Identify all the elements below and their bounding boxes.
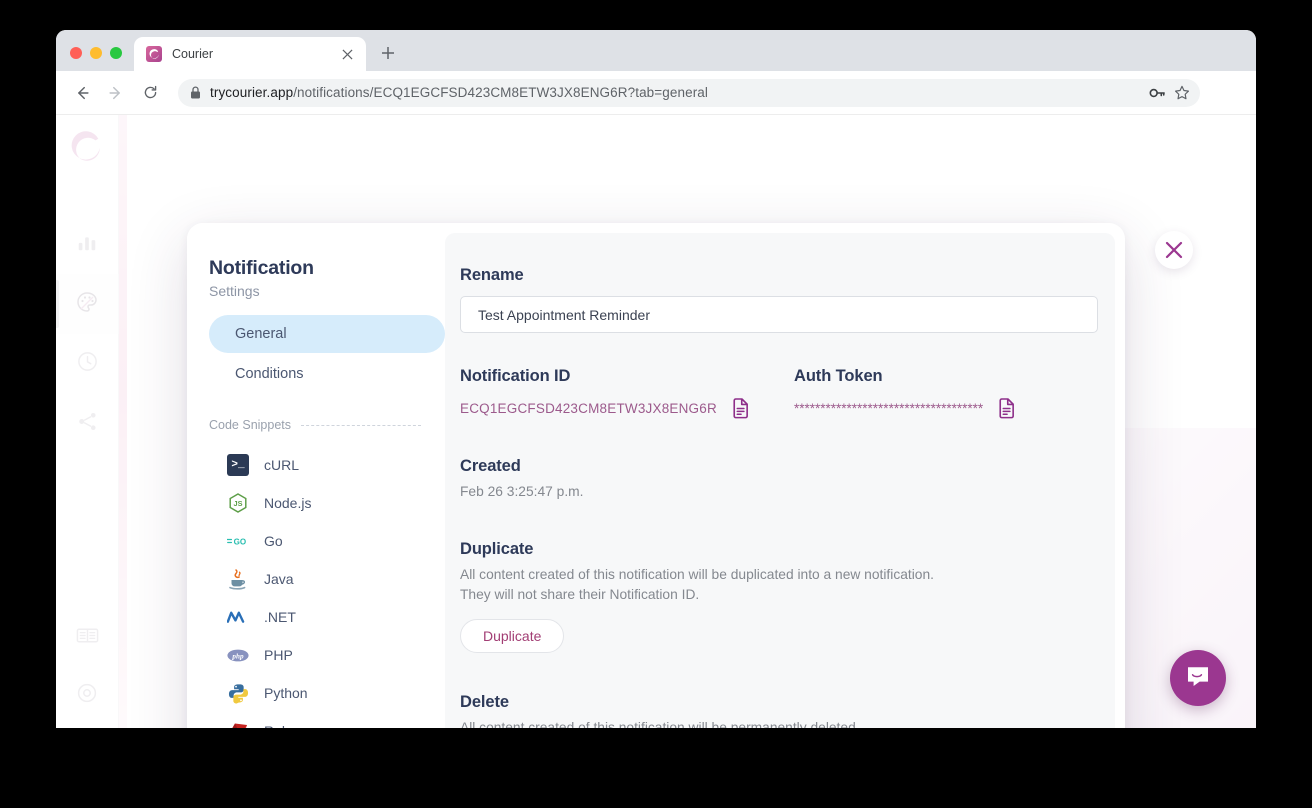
identifiers-row: Notification ID ECQ1EGCFSD423CM8ETW3JX8E… [460, 367, 1082, 419]
notification-settings-modal: Notification Settings General Conditions… [187, 223, 1193, 728]
code-snippets-label: Code Snippets [209, 418, 292, 432]
snippet-label: Ruby [264, 723, 297, 728]
close-icon[interactable] [1155, 231, 1193, 269]
page-viewport: Te send Notification [56, 115, 1256, 728]
go-icon: GO [227, 530, 249, 552]
maximize-window-button[interactable] [110, 47, 122, 59]
forward-button[interactable] [100, 77, 132, 109]
url-path: /notifications/ECQ1EGCFSD423CM8ETW3JX8EN… [293, 85, 709, 100]
copy-icon[interactable] [731, 398, 750, 419]
snippet-item-dotnet[interactable]: .NET [209, 598, 445, 636]
notification-id-value[interactable]: ECQ1EGCFSD423CM8ETW3JX8ENG6R [460, 401, 717, 416]
auth-token-value: ************************************ [794, 401, 984, 416]
modal-subtitle: Settings [209, 283, 260, 299]
browser-tab-title: Courier [172, 47, 213, 61]
code-snippet-list: >_ cURL JS Node.js GO Go Java .NET php P… [209, 446, 445, 728]
address-bar[interactable]: trycourier.app/notifications/ECQ1EGCFSD4… [178, 78, 1200, 107]
star-icon[interactable] [1174, 85, 1190, 101]
snippet-label: cURL [264, 457, 300, 473]
snippet-label: Node.js [264, 495, 312, 511]
snippet-label: PHP [264, 647, 293, 663]
tab-conditions[interactable]: Conditions [209, 355, 445, 393]
curl-icon: >_ [227, 454, 249, 476]
kebab-menu-icon[interactable] [1216, 79, 1244, 107]
code-snippets-header: Code Snippets [209, 418, 445, 432]
delete-section: Delete All content created of this notif… [460, 693, 1082, 728]
ruby-icon [227, 720, 249, 728]
browser-tab[interactable]: Courier [134, 37, 366, 71]
duplicate-section: Duplicate All content created of this no… [460, 540, 1082, 653]
snippet-item-java[interactable]: Java [209, 560, 445, 598]
rename-input[interactable] [460, 296, 1098, 333]
snippet-item-curl[interactable]: >_ cURL [209, 446, 445, 484]
snippet-label: .NET [264, 609, 296, 625]
support-chat-launcher[interactable] [1170, 650, 1226, 706]
copy-icon[interactable] [997, 398, 1016, 419]
address-bar-actions [1149, 85, 1190, 101]
notification-id-block: Notification ID ECQ1EGCFSD423CM8ETW3JX8E… [460, 367, 794, 419]
modal-sidebar: Notification Settings General Conditions… [187, 223, 445, 728]
created-label: Created [460, 457, 521, 475]
rename-label: Rename [460, 266, 524, 284]
php-icon: php [227, 644, 249, 666]
lock-icon [190, 86, 201, 99]
url-host: trycourier.app [210, 85, 294, 100]
duplicate-description-line2: They will not share their Notification I… [460, 587, 700, 602]
key-icon[interactable] [1149, 86, 1166, 100]
delete-description: All content created of this notification… [460, 720, 860, 728]
snippet-item-ruby[interactable]: Ruby [209, 712, 445, 728]
courier-logo-icon [146, 46, 162, 62]
divider [301, 424, 421, 426]
browser-tab-strip: Courier [56, 30, 1256, 71]
reload-button[interactable] [134, 77, 166, 109]
notification-id-row: ECQ1EGCFSD423CM8ETW3JX8ENG6R [460, 398, 794, 419]
tab-general[interactable]: General [209, 315, 445, 353]
svg-text:GO: GO [234, 537, 247, 546]
close-window-button[interactable] [70, 47, 82, 59]
tab-conditions-label: Conditions [235, 366, 304, 382]
minimize-window-button[interactable] [90, 47, 102, 59]
duplicate-button[interactable]: Duplicate [460, 619, 565, 653]
tab-general-label: General [235, 326, 287, 342]
address-bar-url: trycourier.app/notifications/ECQ1EGCFSD4… [210, 85, 1140, 100]
auth-token-row: ************************************ [794, 398, 1082, 419]
snippet-item-go[interactable]: GO Go [209, 522, 445, 560]
modal-title: Notification [209, 257, 314, 279]
window-traffic-lights [56, 47, 134, 71]
svg-text:JS: JS [234, 499, 243, 508]
python-icon [227, 682, 249, 704]
svg-text:php: php [231, 652, 244, 660]
created-value: Feb 26 3:25:47 p.m. [460, 484, 584, 499]
general-settings-panel: Rename Notification ID ECQ1EGCFSD423CM8E… [445, 233, 1115, 728]
snippet-label: Python [264, 685, 308, 701]
browser-window: Courier trycourier.app/notifications/ECQ… [56, 30, 1256, 728]
duplicate-description-line1: All content created of this notification… [460, 567, 934, 582]
chat-bubble-icon [1184, 662, 1212, 695]
notification-id-label: Notification ID [460, 367, 571, 385]
delete-label: Delete [460, 693, 509, 711]
back-button[interactable] [66, 77, 98, 109]
snippet-label: Go [264, 533, 283, 549]
snippet-item-php[interactable]: php PHP [209, 636, 445, 674]
java-icon [227, 568, 249, 590]
snippet-item-python[interactable]: Python [209, 674, 445, 712]
snippet-item-nodejs[interactable]: JS Node.js [209, 484, 445, 522]
snippet-label: Java [264, 571, 294, 587]
new-tab-button[interactable] [374, 39, 402, 67]
nodejs-icon: JS [227, 492, 249, 514]
duplicate-label: Duplicate [460, 540, 534, 558]
browser-toolbar: trycourier.app/notifications/ECQ1EGCFSD4… [56, 71, 1256, 115]
auth-token-block: Auth Token *****************************… [794, 367, 1082, 419]
dotnet-icon [227, 606, 249, 628]
auth-token-label: Auth Token [794, 367, 883, 385]
created-section: Created Feb 26 3:25:47 p.m. [460, 457, 1082, 502]
settings-nav: General Conditions [209, 315, 445, 393]
close-icon[interactable] [338, 45, 356, 63]
